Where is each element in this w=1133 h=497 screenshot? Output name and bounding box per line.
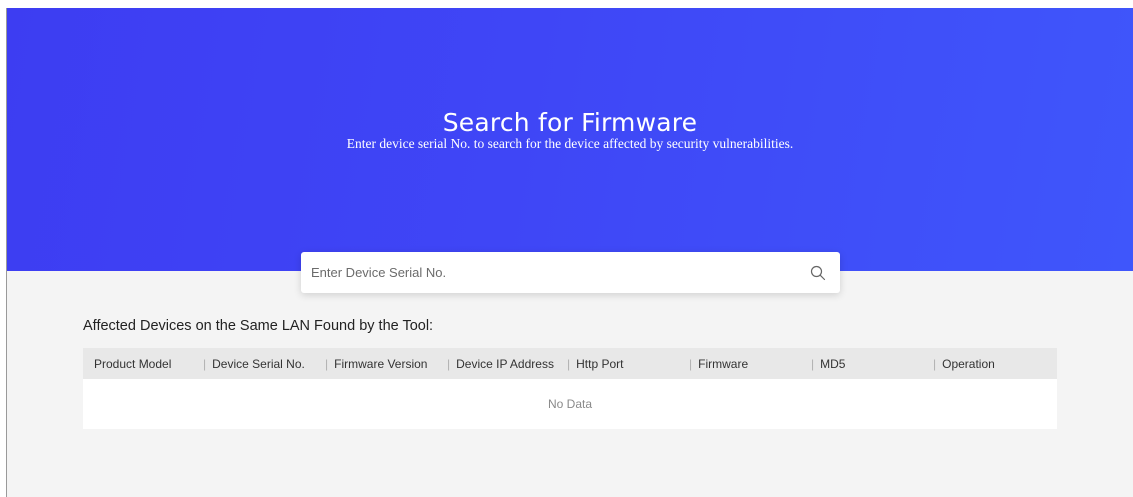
- column-separator: |: [325, 356, 329, 371]
- column-header-label: Http Port: [576, 356, 624, 371]
- column-header-device-ip: | Device IP Address: [447, 357, 567, 371]
- column-header-http-port: | Http Port: [567, 357, 689, 371]
- column-header-firmware: | Firmware: [689, 357, 811, 371]
- search-bar: [301, 252, 840, 293]
- column-separator: |: [203, 356, 207, 371]
- search-icon[interactable]: [810, 265, 826, 281]
- page-subtitle: Enter device serial No. to search for th…: [346, 136, 794, 151]
- column-header-label: Product Model: [94, 356, 172, 371]
- column-header-label: Operation: [942, 356, 995, 371]
- section-title: Affected Devices on the Same LAN Found b…: [83, 318, 434, 334]
- column-separator: |: [933, 356, 937, 371]
- column-header-firmware-version: | Firmware Version: [325, 357, 447, 371]
- table-body: No Data: [83, 379, 1057, 429]
- column-separator: |: [447, 356, 451, 371]
- table-header: Product Model | Device Serial No. | Firmwa…: [83, 348, 1057, 379]
- column-separator: |: [567, 356, 571, 371]
- column-header-device-serial: | Device Serial No.: [203, 357, 325, 371]
- column-header-label: Firmware Version: [334, 356, 428, 371]
- column-separator: |: [689, 356, 693, 371]
- empty-state-text: No Data: [547, 397, 593, 411]
- column-header-md5: | MD5: [811, 357, 933, 371]
- devices-table: Product Model | Device Serial No. | Firmwa…: [83, 348, 1057, 429]
- column-header-label: Device Serial No.: [212, 356, 305, 371]
- column-header-product-model: Product Model: [83, 357, 203, 371]
- column-header-label: Device IP Address: [456, 356, 554, 371]
- column-header-label: MD5: [820, 356, 846, 371]
- page-title: Search for Firmware: [442, 108, 698, 137]
- page-frame: Search for Firmware Enter device serial …: [6, 8, 1133, 497]
- column-header-label: Firmware: [698, 356, 749, 371]
- column-header-operation: | Operation: [933, 357, 1046, 371]
- hero-banner: Search for Firmware Enter device serial …: [7, 8, 1133, 271]
- search-input[interactable]: [301, 252, 810, 293]
- column-separator: |: [811, 356, 815, 371]
